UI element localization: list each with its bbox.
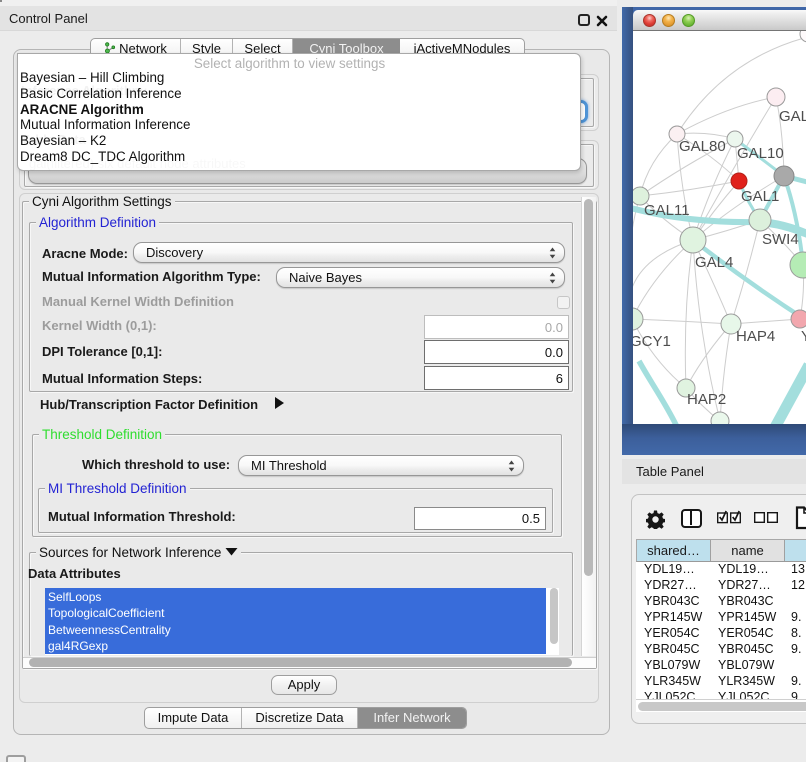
svg-text:GAL11: GAL11 (644, 202, 690, 219)
svg-text:GAL1: GAL1 (741, 188, 779, 205)
svg-text:GAL80: GAL80 (679, 138, 726, 155)
svg-text:GAL10: GAL10 (737, 145, 784, 162)
svg-text:GAL2: GAL2 (779, 108, 806, 125)
svg-text:HAP2: HAP2 (687, 391, 726, 408)
svg-text:HAP4: HAP4 (736, 328, 775, 345)
svg-text:GAL4: GAL4 (695, 254, 733, 271)
svg-text:Y: Y (801, 328, 806, 345)
svg-text:GCY1: GCY1 (633, 333, 671, 350)
svg-text:SWI4: SWI4 (762, 231, 799, 248)
